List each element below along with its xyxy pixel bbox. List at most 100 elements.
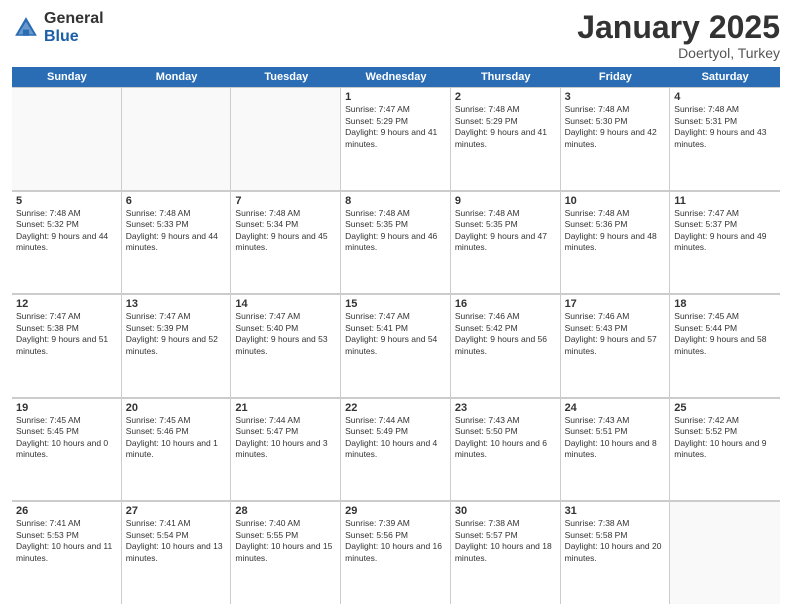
logo-blue-text: Blue [44,28,104,46]
calendar-cell: 18Sunrise: 7:45 AM Sunset: 5:44 PM Dayli… [670,294,780,397]
calendar-header: Sunday Monday Tuesday Wednesday Thursday… [12,67,780,87]
calendar-cell: 5Sunrise: 7:48 AM Sunset: 5:32 PM Daylig… [12,191,122,294]
calendar-week-1: 1Sunrise: 7:47 AM Sunset: 5:29 PM Daylig… [12,87,780,191]
day-number: 13 [126,298,227,310]
cell-info: Sunrise: 7:48 AM Sunset: 5:29 PM Dayligh… [455,104,547,148]
header-wednesday: Wednesday [341,67,451,87]
day-number: 6 [126,195,227,207]
cell-info: Sunrise: 7:46 AM Sunset: 5:42 PM Dayligh… [455,311,547,355]
cell-info: Sunrise: 7:48 AM Sunset: 5:32 PM Dayligh… [16,208,108,252]
cell-info: Sunrise: 7:42 AM Sunset: 5:52 PM Dayligh… [674,415,766,459]
day-number: 10 [565,195,666,207]
day-number: 8 [345,195,446,207]
cell-info: Sunrise: 7:47 AM Sunset: 5:29 PM Dayligh… [345,104,437,148]
day-number: 30 [455,505,556,517]
cell-info: Sunrise: 7:45 AM Sunset: 5:45 PM Dayligh… [16,415,108,459]
calendar-cell: 19Sunrise: 7:45 AM Sunset: 5:45 PM Dayli… [12,398,122,501]
cell-info: Sunrise: 7:46 AM Sunset: 5:43 PM Dayligh… [565,311,657,355]
day-number: 28 [235,505,336,517]
header: General Blue January 2025 Doertyol, Turk… [12,10,780,61]
day-number: 27 [126,505,227,517]
cell-info: Sunrise: 7:41 AM Sunset: 5:54 PM Dayligh… [126,518,223,562]
day-number: 24 [565,402,666,414]
calendar-cell: 28Sunrise: 7:40 AM Sunset: 5:55 PM Dayli… [231,501,341,604]
day-number: 1 [345,91,446,103]
day-number: 26 [16,505,117,517]
title-area: January 2025 Doertyol, Turkey [577,10,780,61]
day-number: 23 [455,402,556,414]
calendar-cell: 16Sunrise: 7:46 AM Sunset: 5:42 PM Dayli… [451,294,561,397]
calendar-cell: 10Sunrise: 7:48 AM Sunset: 5:36 PM Dayli… [561,191,671,294]
page-container: General Blue January 2025 Doertyol, Turk… [0,0,792,612]
cell-info: Sunrise: 7:44 AM Sunset: 5:49 PM Dayligh… [345,415,437,459]
logo: General Blue [12,10,104,45]
day-number: 31 [565,505,666,517]
logo-general-text: General [44,10,104,28]
day-number: 7 [235,195,336,207]
day-number: 25 [674,402,776,414]
cell-info: Sunrise: 7:38 AM Sunset: 5:57 PM Dayligh… [455,518,552,562]
calendar-week-4: 19Sunrise: 7:45 AM Sunset: 5:45 PM Dayli… [12,398,780,502]
calendar-body: 1Sunrise: 7:47 AM Sunset: 5:29 PM Daylig… [12,87,780,604]
header-monday: Monday [122,67,232,87]
day-number: 21 [235,402,336,414]
calendar-cell: 25Sunrise: 7:42 AM Sunset: 5:52 PM Dayli… [670,398,780,501]
calendar-cell: 6Sunrise: 7:48 AM Sunset: 5:33 PM Daylig… [122,191,232,294]
calendar-cell [231,87,341,190]
location: Doertyol, Turkey [577,45,780,61]
header-thursday: Thursday [451,67,561,87]
cell-info: Sunrise: 7:48 AM Sunset: 5:33 PM Dayligh… [126,208,218,252]
day-number: 14 [235,298,336,310]
cell-info: Sunrise: 7:47 AM Sunset: 5:37 PM Dayligh… [674,208,766,252]
day-number: 20 [126,402,227,414]
calendar-cell: 24Sunrise: 7:43 AM Sunset: 5:51 PM Dayli… [561,398,671,501]
day-number: 19 [16,402,117,414]
day-number: 3 [565,91,666,103]
calendar-cell: 26Sunrise: 7:41 AM Sunset: 5:53 PM Dayli… [12,501,122,604]
header-tuesday: Tuesday [231,67,341,87]
calendar-cell [12,87,122,190]
day-number: 29 [345,505,446,517]
calendar: Sunday Monday Tuesday Wednesday Thursday… [12,67,780,604]
calendar-cell: 22Sunrise: 7:44 AM Sunset: 5:49 PM Dayli… [341,398,451,501]
cell-info: Sunrise: 7:43 AM Sunset: 5:50 PM Dayligh… [455,415,547,459]
calendar-cell: 27Sunrise: 7:41 AM Sunset: 5:54 PM Dayli… [122,501,232,604]
calendar-cell: 11Sunrise: 7:47 AM Sunset: 5:37 PM Dayli… [670,191,780,294]
cell-info: Sunrise: 7:41 AM Sunset: 5:53 PM Dayligh… [16,518,112,562]
calendar-cell: 15Sunrise: 7:47 AM Sunset: 5:41 PM Dayli… [341,294,451,397]
calendar-cell: 14Sunrise: 7:47 AM Sunset: 5:40 PM Dayli… [231,294,341,397]
header-friday: Friday [561,67,671,87]
day-number: 4 [674,91,776,103]
day-number: 2 [455,91,556,103]
logo-icon [12,14,40,42]
cell-info: Sunrise: 7:47 AM Sunset: 5:41 PM Dayligh… [345,311,437,355]
calendar-cell: 29Sunrise: 7:39 AM Sunset: 5:56 PM Dayli… [341,501,451,604]
cell-info: Sunrise: 7:45 AM Sunset: 5:46 PM Dayligh… [126,415,218,459]
calendar-cell: 2Sunrise: 7:48 AM Sunset: 5:29 PM Daylig… [451,87,561,190]
calendar-cell [670,501,780,604]
logo-text: General Blue [44,10,104,45]
cell-info: Sunrise: 7:48 AM Sunset: 5:35 PM Dayligh… [345,208,437,252]
calendar-cell: 1Sunrise: 7:47 AM Sunset: 5:29 PM Daylig… [341,87,451,190]
day-number: 11 [674,195,776,207]
cell-info: Sunrise: 7:44 AM Sunset: 5:47 PM Dayligh… [235,415,327,459]
calendar-cell: 21Sunrise: 7:44 AM Sunset: 5:47 PM Dayli… [231,398,341,501]
cell-info: Sunrise: 7:47 AM Sunset: 5:40 PM Dayligh… [235,311,327,355]
calendar-cell: 7Sunrise: 7:48 AM Sunset: 5:34 PM Daylig… [231,191,341,294]
calendar-cell: 3Sunrise: 7:48 AM Sunset: 5:30 PM Daylig… [561,87,671,190]
calendar-cell: 20Sunrise: 7:45 AM Sunset: 5:46 PM Dayli… [122,398,232,501]
calendar-cell [122,87,232,190]
cell-info: Sunrise: 7:40 AM Sunset: 5:55 PM Dayligh… [235,518,332,562]
cell-info: Sunrise: 7:38 AM Sunset: 5:58 PM Dayligh… [565,518,662,562]
calendar-week-3: 12Sunrise: 7:47 AM Sunset: 5:38 PM Dayli… [12,294,780,398]
header-sunday: Sunday [12,67,122,87]
day-number: 18 [674,298,776,310]
calendar-cell: 13Sunrise: 7:47 AM Sunset: 5:39 PM Dayli… [122,294,232,397]
calendar-cell: 17Sunrise: 7:46 AM Sunset: 5:43 PM Dayli… [561,294,671,397]
calendar-cell: 9Sunrise: 7:48 AM Sunset: 5:35 PM Daylig… [451,191,561,294]
day-number: 15 [345,298,446,310]
header-saturday: Saturday [670,67,780,87]
cell-info: Sunrise: 7:39 AM Sunset: 5:56 PM Dayligh… [345,518,442,562]
calendar-cell: 23Sunrise: 7:43 AM Sunset: 5:50 PM Dayli… [451,398,561,501]
cell-info: Sunrise: 7:48 AM Sunset: 5:31 PM Dayligh… [674,104,766,148]
